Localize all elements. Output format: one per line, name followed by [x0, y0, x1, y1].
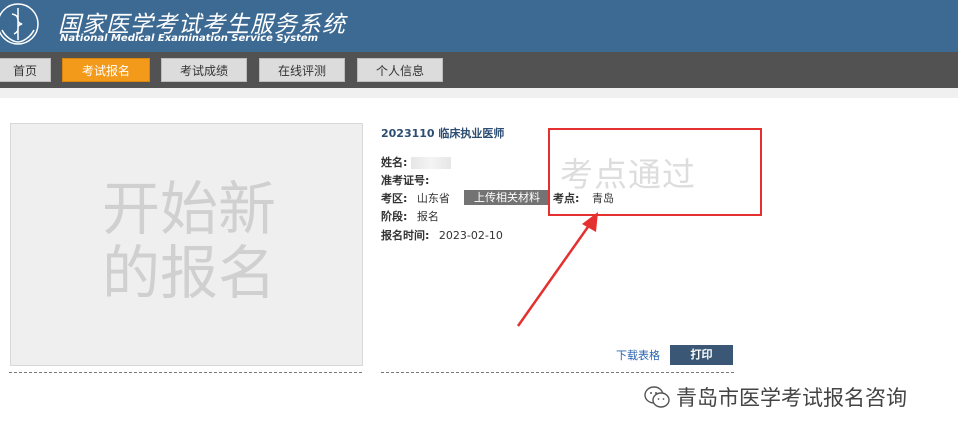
upload-materials-button[interactable]: 上传相关材料	[464, 190, 550, 205]
region-row: 考区: 山东省	[381, 190, 450, 206]
name-value-redacted	[410, 157, 451, 169]
print-button[interactable]: 打印	[670, 345, 733, 365]
new-registration-label: 开始新的报名	[101, 175, 276, 307]
app-header: 国家医学考试考生服务系统 National Medical Examinatio…	[0, 0, 958, 52]
time-row: 报名时间: 2023-02-10	[381, 227, 503, 243]
annotation-arrow-icon	[516, 212, 598, 327]
watermark-text: 青岛市医学考试报名咨询	[676, 386, 907, 410]
nav-online-assessment[interactable]: 在线评测	[259, 58, 345, 82]
main-nav: 首页 考试报名 考试成绩 在线评测 个人信息	[0, 52, 958, 88]
name-label: 姓名:	[381, 156, 408, 169]
stage-label: 阶段:	[381, 210, 408, 223]
ticket-row: 准考证号:	[381, 172, 429, 188]
wechat-icon	[644, 386, 670, 408]
nav-divider	[0, 88, 958, 98]
stage-row: 阶段: 报名	[381, 208, 439, 224]
medical-emblem-icon	[0, 3, 39, 45]
region-label: 考区:	[381, 192, 408, 205]
region-value: 山东省	[416, 192, 450, 205]
download-form-link[interactable]: 下载表格	[616, 347, 660, 363]
stage-value: 报名	[416, 210, 439, 223]
divider-right	[381, 372, 734, 373]
app-subtitle: National Medical Examination Service Sys…	[60, 33, 319, 44]
nav-home[interactable]: 首页	[0, 58, 51, 82]
time-label: 报名时间:	[381, 229, 430, 242]
nav-personal-info[interactable]: 个人信息	[357, 58, 443, 82]
time-value: 2023-02-10	[438, 229, 503, 242]
divider-left	[9, 372, 362, 373]
annotation-text: 考点通过	[560, 155, 696, 194]
name-row: 姓名:	[381, 154, 451, 170]
ticket-label: 准考证号:	[381, 174, 430, 187]
exam-title: 2023110 临床执业医师	[381, 127, 505, 140]
new-registration-card[interactable]: 开始新的报名	[10, 123, 363, 366]
nav-exam-registration[interactable]: 考试报名	[62, 58, 150, 82]
nav-exam-scores[interactable]: 考试成绩	[161, 58, 247, 82]
